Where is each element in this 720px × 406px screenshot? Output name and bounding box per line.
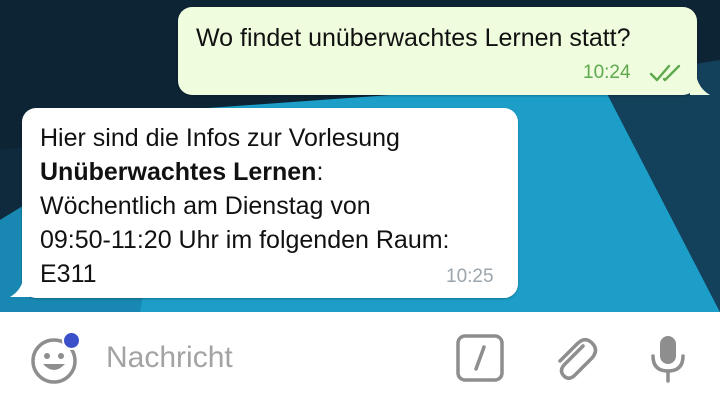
incoming-line-4: 09:50-11:20 Uhr im folgenden Raum:	[40, 226, 450, 254]
lecture-title: Unüberwachtes Lernen	[40, 158, 317, 186]
microphone-icon[interactable]	[648, 334, 688, 384]
incoming-line-2: Unüberwachtes Lernen:	[40, 155, 510, 189]
outgoing-message-text: Wo findet unüberwachtes Lernen statt?	[196, 24, 631, 52]
outgoing-bubble-tail	[690, 74, 710, 95]
notification-dot	[62, 331, 81, 350]
incoming-line-1: Hier sind die Infos zur Vorlesung	[40, 124, 400, 152]
incoming-bubble-tail	[10, 276, 30, 297]
bot-command-icon[interactable]	[456, 334, 506, 382]
double-check-icon	[649, 64, 681, 82]
incoming-message-text: Hier sind die Infos zur Vorlesung Unüber…	[40, 121, 510, 291]
incoming-line-3: Wöchentlich am Dienstag von	[40, 192, 371, 220]
paperclip-icon[interactable]	[550, 334, 600, 384]
outgoing-message-time: 10:24	[583, 62, 631, 83]
message-input-placeholder[interactable]: Nachricht	[106, 341, 233, 375]
lecture-title-suffix: :	[316, 158, 324, 186]
incoming-message-time: 10:25	[446, 266, 494, 287]
incoming-line-5: E311	[40, 260, 97, 288]
